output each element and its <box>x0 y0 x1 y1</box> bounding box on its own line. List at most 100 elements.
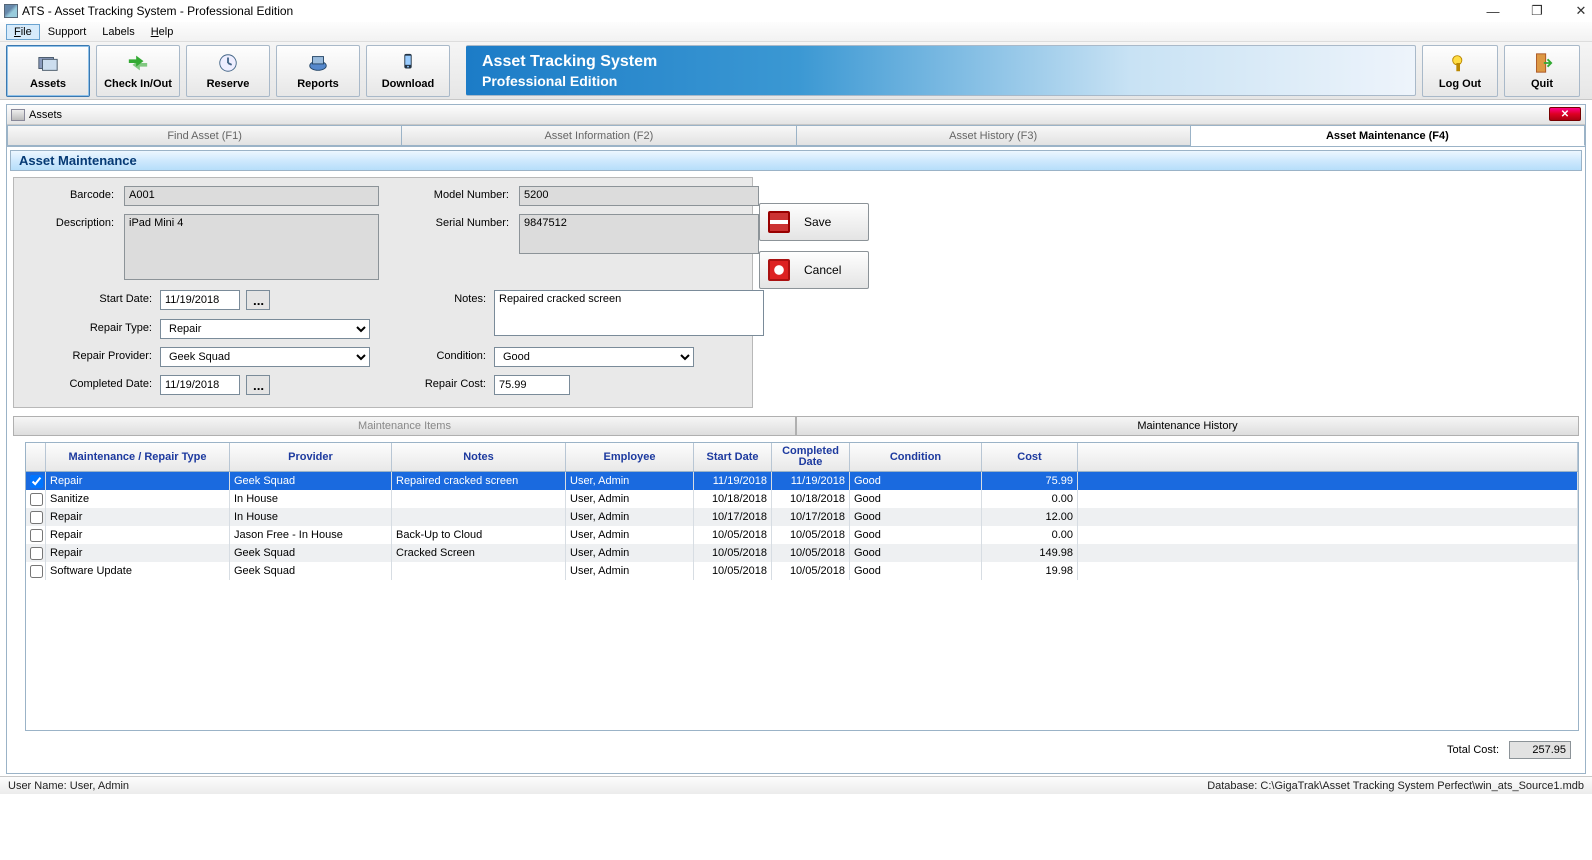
toolbar: Assets Check In/Out Reserve Reports Down… <box>0 42 1592 100</box>
status-username: User Name: User, Admin <box>8 780 129 792</box>
label-condition: Condition: <box>378 347 486 362</box>
banner-line1: Asset Tracking System <box>482 53 1415 71</box>
cell-condition: Good <box>850 490 982 508</box>
window-title: ATS - Asset Tracking System - Profession… <box>22 4 293 18</box>
table-row[interactable]: RepairGeek SquadCracked ScreenUser, Admi… <box>26 544 1578 562</box>
subwindow-close-button[interactable]: ✕ <box>1549 107 1581 121</box>
logout-icon <box>1449 52 1471 74</box>
banner-line2: Professional Edition <box>482 73 1415 89</box>
cell-start: 10/17/2018 <box>694 508 772 526</box>
toolbar-checkinout-label: Check In/Out <box>104 78 172 90</box>
start-date-picker-button[interactable]: ... <box>246 290 270 310</box>
cell-provider: Jason Free - In House <box>230 526 392 544</box>
menu-support[interactable]: Support <box>40 24 95 40</box>
table-empty-area <box>26 580 1578 730</box>
tab-asset-information[interactable]: Asset Information (F2) <box>402 125 796 146</box>
notes-input[interactable]: Repaired cracked screen <box>494 290 764 336</box>
row-checkbox[interactable] <box>30 493 43 506</box>
cell-provider: Geek Squad <box>230 472 392 490</box>
row-checkbox[interactable] <box>30 511 43 524</box>
col-empty <box>1078 443 1578 471</box>
table-body: RepairGeek SquadRepaired cracked screenU… <box>26 472 1578 580</box>
toolbar-download-button[interactable]: Download <box>366 45 450 97</box>
cell-start: 10/05/2018 <box>694 562 772 580</box>
col-start-date[interactable]: Start Date <box>694 443 772 471</box>
menu-file[interactable]: File <box>6 24 40 40</box>
row-checkbox[interactable] <box>30 565 43 578</box>
cell-type: Repair <box>46 472 230 490</box>
cell-notes: Repaired cracked screen <box>392 472 566 490</box>
cell-start: 11/19/2018 <box>694 472 772 490</box>
field-barcode: A001 <box>124 186 379 206</box>
cell-notes <box>392 508 566 526</box>
table-row[interactable]: RepairIn HouseUser, Admin10/17/201810/17… <box>26 508 1578 526</box>
cell-notes: Back-Up to Cloud <box>392 526 566 544</box>
col-provider[interactable]: Provider <box>230 443 392 471</box>
cell-completed: 10/05/2018 <box>772 544 850 562</box>
tab-asset-history[interactable]: Asset History (F3) <box>797 125 1191 146</box>
table-row[interactable]: RepairJason Free - In HouseBack-Up to Cl… <box>26 526 1578 544</box>
toolbar-reserve-button[interactable]: Reserve <box>186 45 270 97</box>
main-tabs: Find Asset (F1) Asset Information (F2) A… <box>7 125 1585 147</box>
table-row[interactable]: Software UpdateGeek SquadUser, Admin10/0… <box>26 562 1578 580</box>
save-button[interactable]: Save <box>759 203 869 241</box>
cell-employee: User, Admin <box>566 544 694 562</box>
maximize-button[interactable]: ❐ <box>1528 4 1546 18</box>
cell-employee: User, Admin <box>566 490 694 508</box>
toolbar-reserve-label: Reserve <box>207 78 250 90</box>
col-notes[interactable]: Notes <box>392 443 566 471</box>
condition-select[interactable]: Good <box>494 347 694 367</box>
col-completed-date[interactable]: Completed Date <box>772 443 850 471</box>
save-button-label: Save <box>804 215 831 229</box>
label-start-date: Start Date: <box>24 290 152 305</box>
completed-date-input[interactable] <box>160 375 240 395</box>
col-condition[interactable]: Condition <box>850 443 982 471</box>
table-row[interactable]: SanitizeIn HouseUser, Admin10/18/201810/… <box>26 490 1578 508</box>
row-checkbox[interactable] <box>30 529 43 542</box>
cell-condition: Good <box>850 472 982 490</box>
toolbar-reports-button[interactable]: Reports <box>276 45 360 97</box>
minimize-button[interactable]: — <box>1484 4 1502 18</box>
tab-maintenance-history[interactable]: Maintenance History <box>796 416 1579 436</box>
col-checkbox <box>26 443 46 471</box>
field-serial: 9847512 <box>519 214 759 254</box>
toolbar-quit-button[interactable]: Quit <box>1504 45 1580 97</box>
tab-maintenance-items[interactable]: Maintenance Items <box>13 416 796 436</box>
close-button[interactable]: ✕ <box>1572 4 1590 18</box>
cancel-button[interactable]: Cancel <box>759 251 869 289</box>
cancel-button-label: Cancel <box>804 263 841 277</box>
completed-date-picker-button[interactable]: ... <box>246 375 270 395</box>
tab-asset-maintenance[interactable]: Asset Maintenance (F4) <box>1191 125 1585 146</box>
cell-provider: In House <box>230 490 392 508</box>
repair-cost-input[interactable] <box>494 375 570 395</box>
col-type[interactable]: Maintenance / Repair Type <box>46 443 230 471</box>
cell-completed: 10/05/2018 <box>772 526 850 544</box>
label-notes: Notes: <box>378 290 486 305</box>
start-date-input[interactable] <box>160 290 240 310</box>
toolbar-logout-button[interactable]: Log Out <box>1422 45 1498 97</box>
label-repair-provider: Repair Provider: <box>24 347 152 362</box>
cell-type: Repair <box>46 508 230 526</box>
repair-type-select[interactable]: Repair <box>160 319 370 339</box>
col-employee[interactable]: Employee <box>566 443 694 471</box>
subwindow-icon <box>11 109 25 121</box>
brand-banner: Asset Tracking System Professional Editi… <box>466 45 1416 96</box>
col-cost[interactable]: Cost <box>982 443 1078 471</box>
row-checkbox[interactable] <box>30 547 43 560</box>
menu-labels[interactable]: Labels <box>94 24 142 40</box>
table-row[interactable]: RepairGeek SquadRepaired cracked screenU… <box>26 472 1578 490</box>
toolbar-assets-button[interactable]: Assets <box>6 45 90 97</box>
cell-provider: Geek Squad <box>230 544 392 562</box>
toolbar-checkinout-button[interactable]: Check In/Out <box>96 45 180 97</box>
quit-icon <box>1531 52 1553 74</box>
repair-provider-select[interactable]: Geek Squad <box>160 347 370 367</box>
tab-find-asset[interactable]: Find Asset (F1) <box>7 125 402 146</box>
menu-help[interactable]: Help <box>143 24 182 40</box>
label-description: Description: <box>24 214 114 229</box>
row-checkbox[interactable] <box>30 475 43 488</box>
statusbar: User Name: User, Admin Database: C:\Giga… <box>0 776 1592 794</box>
cell-completed: 10/05/2018 <box>772 562 850 580</box>
cell-start: 10/05/2018 <box>694 544 772 562</box>
cell-type: Sanitize <box>46 490 230 508</box>
field-model: 5200 <box>519 186 759 206</box>
